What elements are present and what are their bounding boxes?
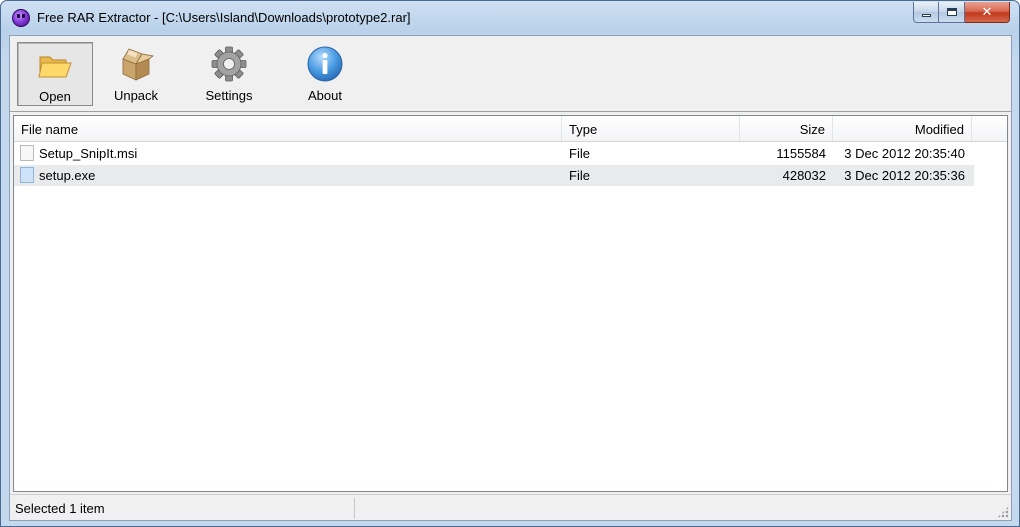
file-type-cell: File — [569, 146, 590, 161]
column-header-modified[interactable]: Modified — [833, 116, 972, 141]
maximize-icon — [946, 8, 957, 16]
file-size-cell: 428032 — [782, 168, 826, 183]
open-label: Open — [39, 89, 71, 104]
list-header: File name Type Size Modified — [14, 116, 1007, 142]
title-bar[interactable]: Free RAR Extractor - [C:\Users\Island\Do… — [1, 1, 1019, 35]
settings-label: Settings — [205, 88, 253, 103]
table-row-selected[interactable]: setup.exe File 428032 3 Dec 2012 20:35:3… — [14, 165, 974, 186]
file-modified-cell: 3 Dec 2012 20:35:40 — [844, 146, 965, 161]
window-title: Free RAR Extractor - [C:\Users\Island\Do… — [37, 10, 411, 25]
unpack-button[interactable]: Unpack — [98, 42, 174, 106]
status-bar: Selected 1 item — [10, 494, 1011, 520]
app-logo-icon[interactable] — [12, 9, 30, 27]
column-header-size[interactable]: Size — [740, 116, 833, 141]
maximize-button[interactable] — [939, 2, 965, 23]
file-list[interactable]: File name Type Size Modified Setup_SnipI… — [13, 115, 1008, 492]
unpack-label: Unpack — [113, 88, 159, 103]
about-label: About — [308, 88, 342, 103]
unpack-box-icon — [122, 48, 154, 81]
about-button[interactable]: About — [287, 42, 363, 106]
open-folder-icon — [38, 56, 72, 78]
file-name-cell: Setup_SnipIt.msi — [39, 146, 138, 161]
open-button[interactable]: Open — [17, 42, 93, 106]
app-window: Free RAR Extractor - [C:\Users\Island\Do… — [0, 0, 1020, 527]
column-header-file-name[interactable]: File name — [14, 116, 562, 141]
window-controls: ✕ — [913, 2, 1010, 24]
settings-button[interactable]: Settings — [191, 42, 267, 106]
status-text: Selected 1 item — [12, 498, 355, 519]
close-button[interactable]: ✕ — [965, 2, 1010, 23]
table-row[interactable]: Setup_SnipIt.msi File 1155584 3 Dec 2012… — [14, 143, 974, 164]
exe-file-icon — [20, 167, 34, 183]
gear-icon — [211, 46, 247, 82]
column-header-type[interactable]: Type — [562, 116, 740, 141]
close-icon: ✕ — [981, 4, 993, 20]
resize-grip-icon[interactable] — [997, 506, 1009, 518]
file-type-cell: File — [569, 168, 590, 183]
minimize-icon — [921, 13, 931, 17]
file-modified-cell: 3 Dec 2012 20:35:36 — [844, 168, 965, 183]
client-area: Open Unpack Settings About File name Typ… — [9, 35, 1012, 521]
status-pane-secondary — [358, 498, 988, 519]
toolbar: Open Unpack Settings About — [10, 36, 1011, 112]
msi-file-icon — [20, 145, 34, 161]
minimize-button[interactable] — [913, 2, 939, 23]
file-size-cell: 1155584 — [776, 146, 826, 161]
file-name-cell: setup.exe — [39, 168, 96, 183]
info-icon — [307, 46, 343, 82]
